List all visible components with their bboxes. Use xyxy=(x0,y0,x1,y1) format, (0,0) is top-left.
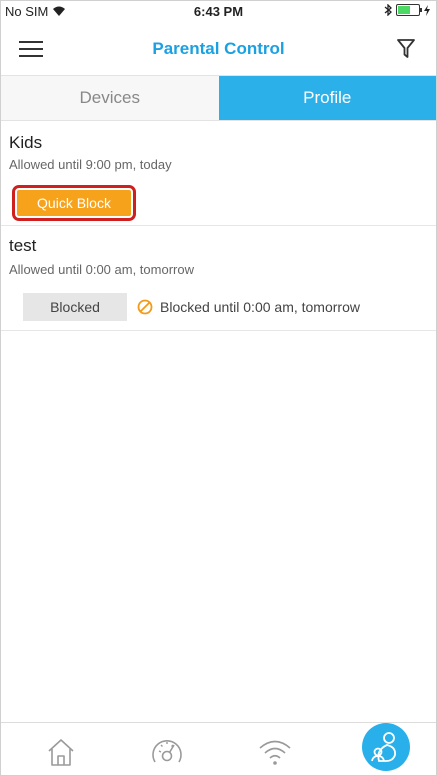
speedometer-icon[interactable] xyxy=(147,731,187,771)
filter-icon[interactable] xyxy=(396,38,416,60)
status-time: 6:43 PM xyxy=(193,4,244,19)
parental-control-icon xyxy=(371,732,396,762)
parental-control-tab[interactable] xyxy=(362,723,410,771)
tab-bar: Devices Profile xyxy=(1,76,436,121)
battery-icon xyxy=(396,4,422,16)
wifi-icon[interactable] xyxy=(255,731,295,771)
profile-name: test xyxy=(9,236,37,255)
blocked-status-text: Blocked until 0:00 am, tomorrow xyxy=(160,299,360,315)
blocked-status: Blocked until 0:00 am, tomorrow xyxy=(137,299,360,315)
profile-schedule: Allowed until 9:00 pm, today xyxy=(9,157,172,172)
blocked-button[interactable]: Blocked xyxy=(23,293,127,321)
app-screen: No SIM 6:43 PM Parental Control Devices xyxy=(0,0,437,776)
app-header: Parental Control xyxy=(1,23,436,76)
quick-block-button[interactable]: Quick Block xyxy=(12,185,136,221)
status-right xyxy=(384,4,430,16)
profile-item-kids: Kids Allowed until 9:00 pm, today Quick … xyxy=(1,121,436,226)
page-title: Parental Control xyxy=(152,39,285,58)
bluetooth-icon xyxy=(384,4,392,16)
charging-icon xyxy=(424,4,430,16)
home-icon[interactable] xyxy=(41,731,81,771)
tab-devices[interactable]: Devices xyxy=(1,76,219,120)
profile-name: Kids xyxy=(9,133,43,152)
tab-profile[interactable]: Profile xyxy=(218,76,436,120)
status-bar: No SIM 6:43 PM xyxy=(1,1,436,23)
profile-schedule: Allowed until 0:00 am, tomorrow xyxy=(9,262,194,277)
bottom-nav xyxy=(1,722,436,775)
profile-item-test: test Allowed until 0:00 am, tomorrow Blo… xyxy=(1,226,436,331)
blocked-icon xyxy=(137,299,153,315)
